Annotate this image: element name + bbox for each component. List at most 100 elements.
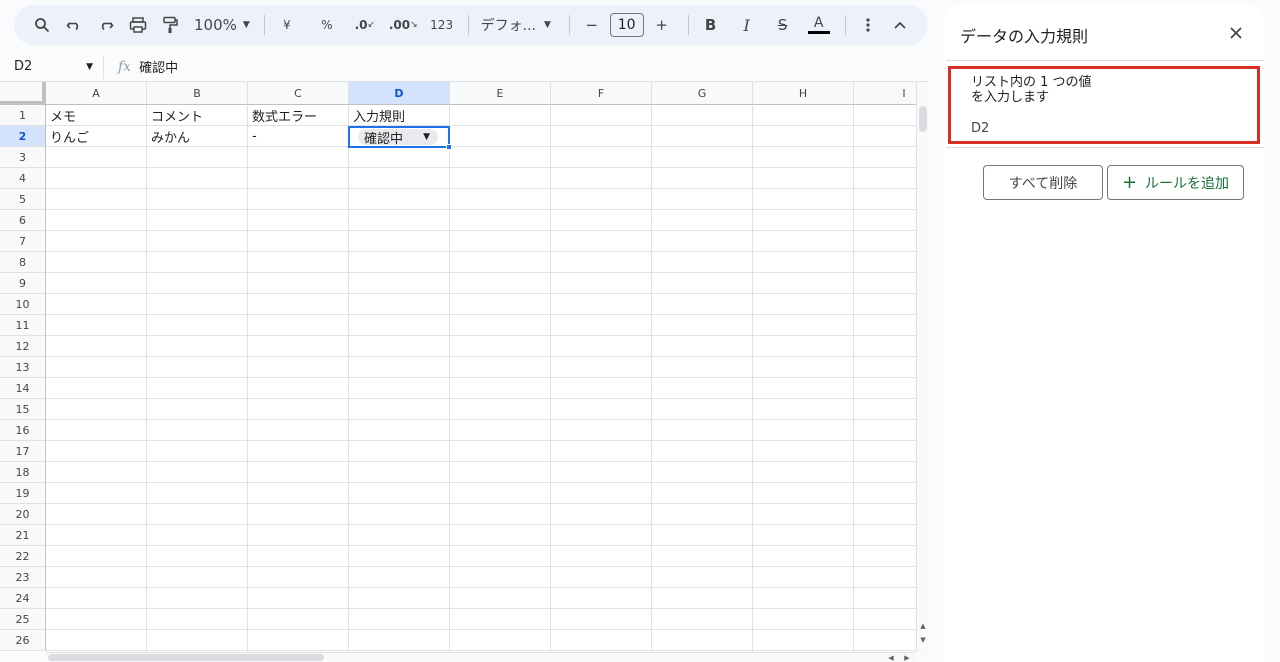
rule-range: D2: [971, 121, 990, 136]
undo-icon[interactable]: [60, 11, 88, 39]
toolbar: 100% ▼ ¥ % .0 ↙ .00 ↘ 123 デフォ... ▼ − 10 + …: [14, 5, 928, 45]
add-rule-button[interactable]: + ルールを追加: [1107, 165, 1244, 200]
horizontal-scrollbar[interactable]: ◀ ▶: [46, 652, 916, 662]
zoom-select[interactable]: 100% ▼: [188, 16, 256, 34]
row-header-8[interactable]: 8: [0, 252, 46, 273]
text-color-button[interactable]: A: [805, 11, 833, 39]
cell-a2[interactable]: りんご: [46, 126, 147, 147]
chevron-down-icon: ▼: [242, 20, 250, 30]
percent-format-button[interactable]: %: [313, 11, 341, 39]
row-header-16[interactable]: 16: [0, 420, 46, 441]
print-icon[interactable]: [124, 11, 152, 39]
row-header-9[interactable]: 9: [0, 273, 46, 294]
plus-icon: +: [1121, 172, 1138, 193]
row-header-5[interactable]: 5: [0, 189, 46, 210]
row-gridline: [46, 335, 916, 336]
collapse-toolbar-icon[interactable]: [886, 11, 914, 39]
column-header-g[interactable]: G: [652, 82, 753, 105]
fill-handle[interactable]: [446, 144, 452, 150]
scroll-right-icon[interactable]: ▶: [900, 653, 914, 662]
row-header-24[interactable]: 24: [0, 588, 46, 609]
formula-input[interactable]: 確認中: [139, 57, 178, 76]
row-header-3[interactable]: 3: [0, 147, 46, 168]
font-size-input[interactable]: 10: [609, 13, 644, 37]
validation-rule-card[interactable]: リスト内の 1 つの値 を入力します D2: [948, 66, 1260, 144]
row-header-13[interactable]: 13: [0, 357, 46, 378]
row-gridline: [46, 524, 916, 525]
row-header-26[interactable]: 26: [0, 630, 46, 651]
more-options-icon[interactable]: [854, 11, 882, 39]
column-header-f[interactable]: F: [551, 82, 652, 105]
row-header-23[interactable]: 23: [0, 567, 46, 588]
decrease-decimal-label: .0: [354, 18, 368, 32]
vertical-scroll-thumb[interactable]: [919, 106, 927, 132]
row-gridline: [46, 461, 916, 462]
horizontal-scroll-thumb[interactable]: [48, 654, 324, 661]
row-header-25[interactable]: 25: [0, 609, 46, 630]
column-header-a[interactable]: A: [46, 82, 147, 105]
strikethrough-button[interactable]: S: [769, 11, 797, 39]
cell-c2[interactable]: -: [248, 126, 349, 147]
row-header-12[interactable]: 12: [0, 336, 46, 357]
row-header-21[interactable]: 21: [0, 525, 46, 546]
close-icon[interactable]: [1226, 23, 1246, 43]
row-gridline: [46, 230, 916, 231]
scroll-down-icon[interactable]: ▼: [918, 634, 928, 646]
number-format-button[interactable]: 123: [428, 11, 456, 39]
row-header-11[interactable]: 11: [0, 315, 46, 336]
row-header-14[interactable]: 14: [0, 378, 46, 399]
delete-all-button[interactable]: すべて削除: [983, 165, 1103, 200]
cell-a1[interactable]: メモ: [46, 105, 147, 126]
row-header-10[interactable]: 10: [0, 294, 46, 315]
zoom-value: 100%: [194, 16, 237, 34]
cell-d1[interactable]: 入力規則: [349, 105, 450, 126]
decrease-decimal-button[interactable]: .0 ↙: [351, 11, 379, 39]
column-header-b[interactable]: B: [147, 82, 248, 105]
vertical-scrollbar[interactable]: ▲ ▼: [916, 82, 928, 652]
row-header-6[interactable]: 6: [0, 210, 46, 231]
row-gridline: [46, 650, 916, 651]
row-header-7[interactable]: 7: [0, 231, 46, 252]
paint-format-icon[interactable]: [156, 11, 184, 39]
font-select[interactable]: デフォ... ▼: [477, 15, 561, 35]
cell-b2[interactable]: みかん: [147, 126, 248, 147]
row-gridline: [46, 608, 916, 609]
column-header-e[interactable]: E: [450, 82, 551, 105]
bold-button[interactable]: B: [697, 11, 725, 39]
row-header-20[interactable]: 20: [0, 504, 46, 525]
search-menus-icon[interactable]: [28, 11, 56, 39]
increase-font-size-button[interactable]: +: [648, 11, 676, 39]
dropdown-chip-d2[interactable]: 確認中 ▼: [358, 129, 438, 147]
row-gridline: [46, 188, 916, 189]
row-gridline: [46, 251, 916, 252]
cell-b1[interactable]: コメント: [147, 105, 248, 126]
sheet-grid[interactable]: A B C D E F G H I 1 2 3 4 5 6 7 8 9 10 11 12 13 14 15 16 17 18 19 20…: [0, 82, 916, 652]
divider: [844, 15, 846, 35]
increase-decimal-button[interactable]: .00 ↘: [389, 11, 418, 39]
italic-button[interactable]: I: [733, 11, 761, 39]
divider: [946, 60, 1264, 61]
arrow-left-icon: ↙: [367, 20, 376, 30]
row-header-2[interactable]: 2: [0, 126, 46, 147]
name-box[interactable]: D2 ▼: [0, 54, 104, 79]
scroll-left-icon[interactable]: ◀: [884, 653, 898, 662]
currency-format-button[interactable]: ¥: [273, 11, 301, 39]
row-header-1[interactable]: 1: [0, 105, 46, 126]
column-header-h[interactable]: H: [753, 82, 854, 105]
row-header-17[interactable]: 17: [0, 441, 46, 462]
scroll-up-icon[interactable]: ▲: [918, 620, 928, 632]
column-header-c[interactable]: C: [248, 82, 349, 105]
dropdown-arrow-icon: ▼: [423, 132, 430, 142]
row-header-15[interactable]: 15: [0, 399, 46, 420]
redo-icon[interactable]: [92, 11, 120, 39]
row-header-19[interactable]: 19: [0, 483, 46, 504]
column-header-i[interactable]: I: [854, 82, 916, 105]
column-header-d[interactable]: D: [349, 82, 450, 105]
rule-criteria-line1: リスト内の 1 つの値: [971, 75, 1092, 90]
select-all-corner[interactable]: [0, 82, 46, 105]
row-header-18[interactable]: 18: [0, 462, 46, 483]
decrease-font-size-button[interactable]: −: [578, 11, 606, 39]
row-header-22[interactable]: 22: [0, 546, 46, 567]
row-header-4[interactable]: 4: [0, 168, 46, 189]
cell-c1[interactable]: 数式エラー: [248, 105, 349, 126]
